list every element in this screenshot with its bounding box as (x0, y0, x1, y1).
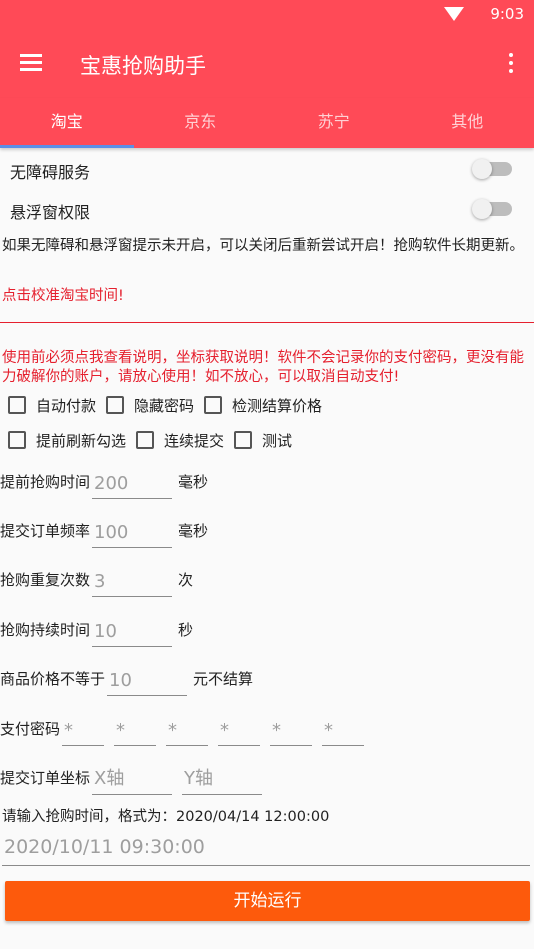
status-time: 9:03 (490, 5, 524, 23)
tab-other[interactable]: 其他 (401, 98, 534, 148)
time-format-hint: 请输入抢购时间，格式为：2020/04/14 12:00:00 (2, 809, 330, 825)
menu-icon[interactable] (20, 54, 42, 72)
password-label: 支付密码 (0, 720, 61, 738)
checkbox-icon (8, 431, 26, 449)
overlay-switch[interactable] (472, 199, 512, 219)
submit-freq-row: 提交订单频率 100 毫秒 (0, 514, 208, 548)
continuous-submit-checkbox[interactable]: 连续提交 (136, 430, 224, 451)
divider (0, 322, 534, 323)
password-row: 支付密码 * * * * * * (0, 712, 372, 746)
instructions-link[interactable]: 使用前必须点我查看说明，坐标获取说明！软件不会记录你的支付密码，更没有能力破解你… (2, 349, 530, 387)
accessibility-switch[interactable] (472, 159, 512, 179)
accessibility-row: 无障碍服务 (10, 150, 524, 190)
more-vert-icon[interactable] (508, 52, 514, 74)
tab-taobao[interactable]: 淘宝 (0, 98, 134, 148)
password-digit-6[interactable]: * (322, 716, 365, 746)
submit-freq-input[interactable]: 100 (92, 518, 173, 548)
start-run-button[interactable]: 开始运行 (5, 881, 530, 921)
repeat-count-label: 抢购重复次数 (0, 571, 91, 589)
hide-password-checkbox[interactable]: 隐藏密码 (106, 395, 194, 416)
price-limit-label: 商品价格不等于 (0, 670, 106, 688)
auto-pay-checkbox[interactable]: 自动付款 (8, 395, 96, 416)
checkbox-row-1: 自动付款 隐藏密码 检测结算价格 (8, 393, 332, 417)
duration-unit: 秒 (178, 621, 194, 639)
advance-time-input[interactable]: 200 (92, 469, 173, 499)
overlay-row: 悬浮窗权限 (10, 190, 524, 230)
repeat-count-input[interactable]: 3 (92, 567, 173, 597)
checkbox-icon (234, 431, 253, 449)
coords-row: 提交订单坐标 X轴 Y轴 (0, 761, 266, 795)
checkbox-icon (204, 396, 223, 414)
tab-jingdong[interactable]: 京东 (134, 98, 268, 148)
app-title: 宝惠抢购助手 (80, 54, 206, 78)
password-digit-4[interactable]: * (218, 716, 261, 746)
duration-input[interactable]: 10 (92, 617, 173, 647)
password-digit-1[interactable]: * (62, 716, 105, 746)
checkbox-icon (106, 396, 125, 414)
price-limit-input[interactable]: 10 (107, 666, 188, 696)
notice-text: 如果无障碍和悬浮窗提示未开启，可以关闭后重新尝试开启！抢购软件长期更新。 (2, 238, 524, 254)
overlay-label: 悬浮窗权限 (10, 203, 91, 222)
status-bar: 9:03 (0, 0, 534, 28)
accessibility-label: 无障碍服务 (10, 163, 91, 182)
wifi-icon (444, 7, 464, 21)
advance-time-label: 提前抢购时间 (0, 473, 91, 491)
duration-row: 抢购持续时间 10 秒 (0, 613, 193, 647)
coords-label: 提交订单坐标 (0, 769, 91, 787)
start-time-input[interactable]: 2020/10/11 09:30:00 (2, 836, 530, 866)
repeat-count-row: 抢购重复次数 3 次 (0, 563, 193, 597)
price-limit-unit: 元不结算 (193, 670, 254, 688)
pre-refresh-checkbox[interactable]: 提前刷新勾选 (8, 430, 126, 451)
duration-label: 抢购持续时间 (0, 621, 91, 639)
submit-freq-label: 提交订单频率 (0, 522, 91, 540)
password-digit-3[interactable]: * (166, 716, 209, 746)
submit-freq-unit: 毫秒 (178, 522, 209, 540)
password-digit-5[interactable]: * (270, 716, 313, 746)
checkbox-row-2: 提前刷新勾选 连续提交 测试 (8, 428, 302, 452)
tab-suning[interactable]: 苏宁 (267, 98, 401, 148)
app-bar: 宝惠抢购助手 (0, 28, 534, 98)
coord-x-input[interactable]: X轴 (92, 765, 173, 795)
password-digit-2[interactable]: * (114, 716, 157, 746)
repeat-count-unit: 次 (178, 571, 194, 589)
tab-bar: 淘宝 京东 苏宁 其他 (0, 98, 534, 148)
coord-y-input[interactable]: Y轴 (182, 765, 263, 795)
calibrate-time-link[interactable]: 点击校准淘宝时间! (2, 287, 530, 306)
price-limit-row: 商品价格不等于 10 元不结算 (0, 662, 253, 696)
advance-time-row: 提前抢购时间 200 毫秒 (0, 465, 208, 499)
checkbox-icon (8, 396, 26, 414)
check-price-checkbox[interactable]: 检测结算价格 (204, 395, 322, 416)
test-checkbox[interactable]: 测试 (234, 430, 292, 451)
advance-time-unit: 毫秒 (178, 473, 209, 491)
checkbox-icon (136, 431, 155, 449)
